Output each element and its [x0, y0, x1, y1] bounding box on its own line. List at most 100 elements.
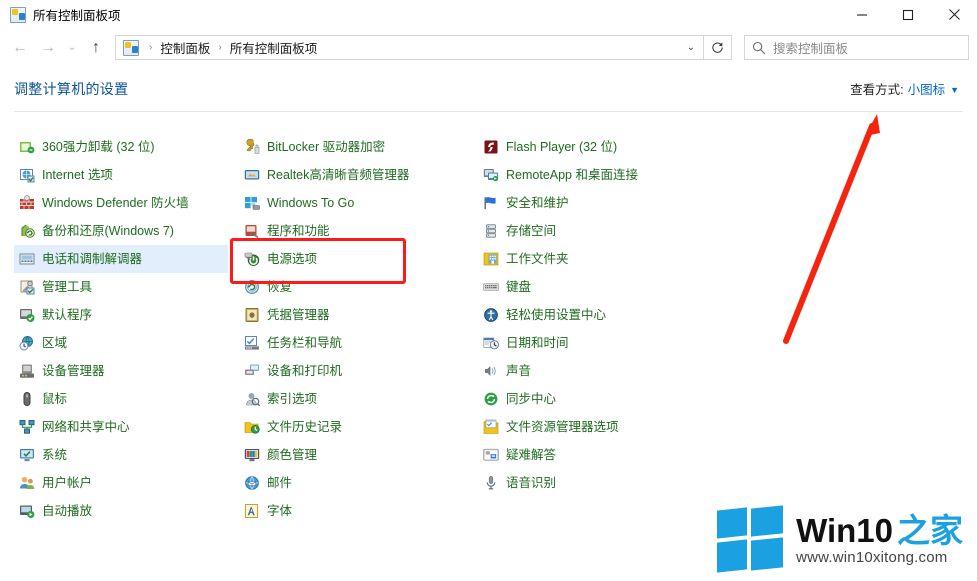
control-panel-item[interactable]: 语音识别 — [478, 469, 758, 497]
up-arrow-icon[interactable]: ↑ — [82, 35, 110, 61]
back-arrow-icon[interactable]: ← — [6, 35, 34, 61]
address-bar[interactable]: › 控制面板 › 所有控制面板项 ⌄ — [115, 35, 704, 60]
control-panel-item-label: 轻松使用设置中心 — [506, 307, 607, 322]
control-panel-item[interactable]: Windows Defender 防火墙 — [14, 189, 239, 217]
control-panel-item-label: 任务栏和导航 — [267, 335, 343, 350]
user-accounts-icon — [19, 475, 35, 491]
control-panel-item[interactable]: 凭据管理器 — [239, 301, 478, 329]
minimize-button[interactable] — [839, 0, 885, 29]
control-panel-item[interactable]: 索引选项 — [239, 385, 478, 413]
control-panel-item-label: RemoteApp 和桌面连接 — [506, 167, 638, 182]
breadcrumb-item-control-panel[interactable]: 控制面板 — [156, 38, 214, 57]
control-panel-item[interactable]: Realtek高清晰音频管理器 — [239, 161, 478, 189]
control-panel-item[interactable]: 用户帐户 — [14, 469, 239, 497]
control-panel-item[interactable]: 设备和打印机 — [239, 357, 478, 385]
control-panel-item[interactable]: 疑难解答 — [478, 441, 758, 469]
file-history-icon — [244, 419, 260, 435]
control-panel-item[interactable]: 恢复 — [239, 273, 478, 301]
control-panel-item[interactable]: Flash Player (32 位) — [478, 133, 758, 161]
control-panel-item[interactable]: Internet 选项 — [14, 161, 239, 189]
control-panel-item[interactable]: 程序和功能 — [239, 217, 478, 245]
work-folders-icon — [483, 251, 499, 267]
control-panel-item[interactable]: 区域 — [14, 329, 239, 357]
breadcrumb-item-all-items[interactable]: 所有控制面板项 — [226, 38, 322, 57]
items-column-3: Flash Player (32 位) RemoteApp 和桌面连接安全和维护存… — [478, 133, 758, 525]
control-panel-item[interactable]: 网络和共享中心 — [14, 413, 239, 441]
view-by-label: 查看方式: — [850, 83, 904, 97]
control-panel-item[interactable]: 字体 — [239, 497, 478, 525]
control-panel-item[interactable]: 文件资源管理器选项 — [478, 413, 758, 441]
search-input[interactable]: 搜索控制面板 — [744, 35, 969, 60]
admin-tools-icon — [19, 279, 35, 295]
control-panel-item[interactable]: 工作文件夹 — [478, 245, 758, 273]
control-panel-item[interactable]: 自动播放 — [14, 497, 239, 525]
view-by-dropdown[interactable]: 小图标 — [908, 79, 946, 98]
control-panel-item[interactable]: 管理工具 — [14, 273, 239, 301]
control-panel-item[interactable]: 存储空间 — [478, 217, 758, 245]
sound-icon — [483, 363, 499, 379]
control-panel-item[interactable]: 文件历史记录 — [239, 413, 478, 441]
control-panel-item-label: 网络和共享中心 — [42, 419, 130, 434]
control-panel-item[interactable]: Windows To Go — [239, 189, 478, 217]
control-panel-item-label: 文件资源管理器选项 — [506, 419, 619, 434]
address-chevron-down-icon[interactable]: ⌄ — [679, 36, 703, 59]
phone-modem-icon — [19, 251, 35, 267]
mail-icon — [244, 475, 260, 491]
control-panel-item-label: 电话和调制解调器 — [42, 251, 143, 266]
control-panel-item-label: Flash Player (32 位) — [506, 139, 618, 154]
control-panel-item[interactable]: 设备管理器 — [14, 357, 239, 385]
control-panel-item[interactable]: 安全和维护 — [478, 189, 758, 217]
breadcrumb-separator-1: › — [218, 42, 222, 53]
control-panel-item[interactable]: RemoteApp 和桌面连接 — [478, 161, 758, 189]
control-panel-item[interactable]: 键盘 — [478, 273, 758, 301]
control-panel-item[interactable]: BitLocker 驱动器加密 — [239, 133, 478, 161]
control-panel-item-label: 声音 — [506, 363, 532, 378]
watermark-brand-blue: 之家 — [897, 512, 963, 549]
breadcrumb-separator-0: › — [149, 42, 153, 53]
control-panel-item[interactable]: 同步中心 — [478, 385, 758, 413]
recent-locations-chevron-down-icon[interactable]: ⌄ — [62, 35, 82, 61]
forward-arrow-icon[interactable]: → — [34, 35, 62, 61]
control-panel-item[interactable]: 邮件 — [239, 469, 478, 497]
control-panel-item-label: Windows Defender 防火墙 — [42, 195, 189, 210]
search-placeholder-text: 搜索控制面板 — [773, 42, 849, 56]
refresh-icon[interactable] — [704, 35, 732, 60]
flash-player-icon — [483, 139, 499, 155]
breadcrumb: › 控制面板 › 所有控制面板项 — [145, 38, 679, 57]
control-panel-item[interactable]: 默认程序 — [14, 301, 239, 329]
close-button[interactable] — [931, 0, 977, 29]
firewall-icon — [19, 195, 35, 211]
control-panel-item[interactable]: 电源选项 — [239, 245, 478, 273]
chevron-down-icon[interactable]: ▼ — [950, 85, 959, 95]
control-panel-item[interactable]: 电话和调制解调器 — [14, 245, 228, 273]
watermark: Win10 之家 www.win10xitong.com — [717, 505, 963, 573]
control-panel-item[interactable]: 任务栏和导航 — [239, 329, 478, 357]
control-panel-item[interactable]: 360强力卸载 (32 位) — [14, 133, 239, 161]
date-time-icon — [483, 335, 499, 351]
control-panel-item[interactable]: 系统 — [14, 441, 239, 469]
control-panel-item-label: Windows To Go — [267, 195, 355, 210]
control-panel-item[interactable]: 日期和时间 — [478, 329, 758, 357]
credential-manager-icon — [244, 307, 260, 323]
control-panel-item-label: 用户帐户 — [42, 475, 93, 490]
control-panel-item[interactable]: 轻松使用设置中心 — [478, 301, 758, 329]
control-panel-item[interactable]: 备份和还原(Windows 7) — [14, 217, 239, 245]
sync-center-icon — [483, 391, 499, 407]
control-panel-item[interactable]: 颜色管理 — [239, 441, 478, 469]
power-options-icon — [244, 251, 260, 267]
autoplay-icon — [19, 503, 35, 519]
window-title: 所有控制面板项 — [33, 9, 121, 23]
security-maintenance-icon — [483, 195, 499, 211]
control-panel-item[interactable]: 鼠标 — [14, 385, 239, 413]
region-icon — [19, 335, 35, 351]
control-panel-item-label: 同步中心 — [506, 391, 557, 406]
recovery-icon — [244, 279, 260, 295]
maximize-button[interactable] — [885, 0, 931, 29]
control-panel-item[interactable]: 声音 — [478, 357, 758, 385]
speech-recognition-icon — [483, 475, 499, 491]
control-panel-item-label: 电源选项 — [267, 251, 318, 266]
control-panel-item-label: 字体 — [267, 503, 293, 518]
troubleshooting-icon — [483, 447, 499, 463]
control-panel-item-label: 疑难解答 — [506, 447, 557, 462]
360-uninstall-icon — [19, 139, 35, 155]
